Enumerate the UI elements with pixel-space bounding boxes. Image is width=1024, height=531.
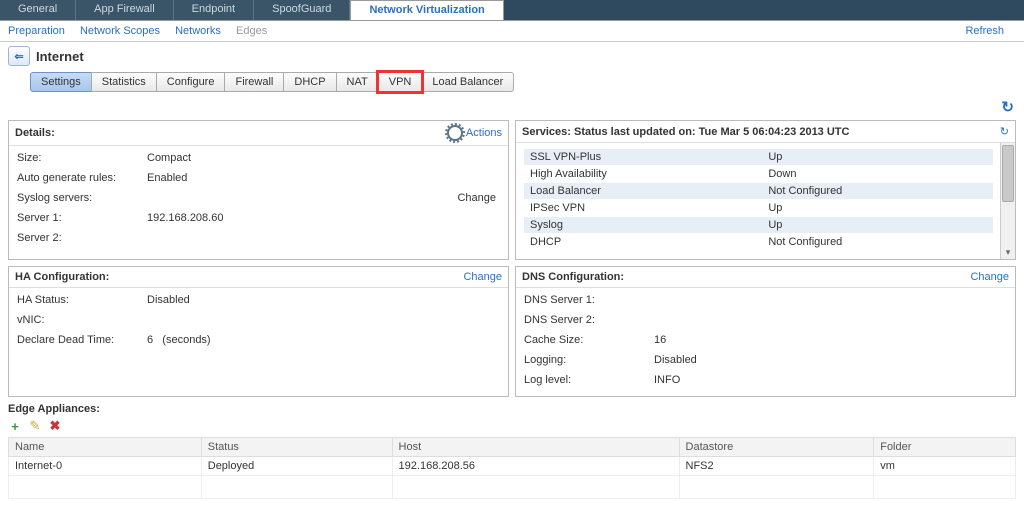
edge-appliances-title: Edge Appliances: <box>0 397 1024 417</box>
edge-tabbar: Settings Statistics Configure Firewall D… <box>30 72 1004 92</box>
subnav-network-scopes[interactable]: Network Scopes <box>80 25 160 37</box>
details-change[interactable]: Change <box>457 192 496 204</box>
size-label: Size: <box>17 152 147 164</box>
loglevel-value: INFO <box>654 374 1007 386</box>
segtab-load-balancer[interactable]: Load Balancer <box>421 72 514 92</box>
page-header: ⇐ Internet <box>0 42 1024 70</box>
dns-panel: DNS Configuration: Change DNS Server 1: … <box>515 266 1016 397</box>
cache-label: Cache Size: <box>524 334 654 346</box>
server1-value: 192.168.208.60 <box>147 212 500 224</box>
service-row: SyslogUp <box>524 217 993 234</box>
server2-value <box>147 232 500 244</box>
server2-label: Server 2: <box>17 232 147 244</box>
loglevel-label: Log level: <box>524 374 654 386</box>
dns1-label: DNS Server 1: <box>524 294 654 306</box>
deadtime-label: Declare Dead Time: <box>17 334 147 346</box>
refresh-link[interactable]: Refresh <box>965 25 1004 37</box>
scroll-thumb[interactable] <box>1002 145 1014 202</box>
segtab-nat[interactable]: NAT <box>336 72 379 92</box>
dns-change[interactable]: Change <box>970 271 1009 283</box>
segtab-statistics[interactable]: Statistics <box>91 72 157 92</box>
add-icon[interactable]: + <box>8 419 22 433</box>
services-refresh-icon[interactable]: ↻ <box>1000 125 1009 138</box>
ha-change[interactable]: Change <box>463 271 502 283</box>
details-actions[interactable]: Actions <box>447 125 502 141</box>
col-name[interactable]: Name <box>9 438 202 457</box>
tab-app-firewall[interactable]: App Firewall <box>76 0 174 20</box>
refresh-icon[interactable]: ↻ <box>1001 98 1014 116</box>
segtab-configure[interactable]: Configure <box>156 72 226 92</box>
tab-network-virtualization[interactable]: Network Virtualization <box>350 0 503 20</box>
service-row: DHCPNot Configured <box>524 234 993 251</box>
cache-value: 16 <box>654 334 1007 346</box>
services-panel: Services: Status last updated on: Tue Ma… <box>515 120 1016 260</box>
ha-panel: HA Configuration: Change HA Status: Disa… <box>8 266 509 397</box>
details-title: Details: <box>15 127 55 139</box>
vnic-label: vNIC: <box>17 314 147 326</box>
size-value: Compact <box>147 152 500 164</box>
table-row[interactable]: Internet-0 Deployed 192.168.208.56 NFS2 … <box>9 457 1016 476</box>
col-folder[interactable]: Folder <box>874 438 1016 457</box>
back-button[interactable]: ⇐ <box>8 46 30 66</box>
subnav-networks[interactable]: Networks <box>175 25 221 37</box>
logging-label: Logging: <box>524 354 654 366</box>
edge-toolbar: + ✎ ✖ <box>0 417 1024 437</box>
page-title: Internet <box>36 49 84 64</box>
tab-endpoint[interactable]: Endpoint <box>174 0 254 20</box>
ha-title: HA Configuration: <box>15 271 109 283</box>
service-row: Load BalancerNot Configured <box>524 183 993 200</box>
services-table: SSL VPN-PlusUp High AvailabilityDown Loa… <box>524 149 993 251</box>
segtab-vpn[interactable]: VPN <box>378 72 423 92</box>
syslog-label: Syslog servers: <box>17 192 147 204</box>
services-scrollbar[interactable]: ▴ ▾ <box>1000 143 1015 259</box>
tab-general[interactable]: General <box>0 0 76 20</box>
service-row: IPSec VPNUp <box>524 200 993 217</box>
service-row: SSL VPN-PlusUp <box>524 149 993 166</box>
ha-status-value: Disabled <box>147 294 500 306</box>
edit-icon[interactable]: ✎ <box>28 419 42 433</box>
dns2-value <box>654 314 1007 326</box>
sub-nav: Preparation Network Scopes Networks Edge… <box>0 21 1024 42</box>
details-panel: Details: Actions Size: Compact Auto gene… <box>8 120 509 260</box>
server1-label: Server 1: <box>17 212 147 224</box>
gear-icon <box>447 125 463 141</box>
service-row: High AvailabilityDown <box>524 166 993 183</box>
segtab-firewall[interactable]: Firewall <box>224 72 284 92</box>
segtab-settings[interactable]: Settings <box>30 72 92 92</box>
subnav-edges: Edges <box>236 25 267 37</box>
col-datastore[interactable]: Datastore <box>679 438 874 457</box>
logging-value: Disabled <box>654 354 1007 366</box>
col-host[interactable]: Host <box>392 438 679 457</box>
services-title: Services: Status last updated on: Tue Ma… <box>522 126 849 138</box>
segtab-dhcp[interactable]: DHCP <box>283 72 336 92</box>
dns1-value <box>654 294 1007 306</box>
autogen-label: Auto generate rules: <box>17 172 147 184</box>
tab-spoofguard[interactable]: SpoofGuard <box>254 0 350 20</box>
col-status[interactable]: Status <box>201 438 392 457</box>
table-row <box>9 476 1016 499</box>
edge-appliances-table: Name Status Host Datastore Folder Intern… <box>8 437 1016 499</box>
scroll-down-icon[interactable]: ▾ <box>1001 247 1015 259</box>
deadtime-value: 6 (seconds) <box>147 334 500 346</box>
delete-icon[interactable]: ✖ <box>48 419 62 433</box>
autogen-value: Enabled <box>147 172 500 184</box>
dns-title: DNS Configuration: <box>522 271 624 283</box>
subnav-preparation[interactable]: Preparation <box>8 25 65 37</box>
primary-tabbar: General App Firewall Endpoint SpoofGuard… <box>0 0 1024 21</box>
ha-status-label: HA Status: <box>17 294 147 306</box>
vnic-value <box>147 314 500 326</box>
dns2-label: DNS Server 2: <box>524 314 654 326</box>
